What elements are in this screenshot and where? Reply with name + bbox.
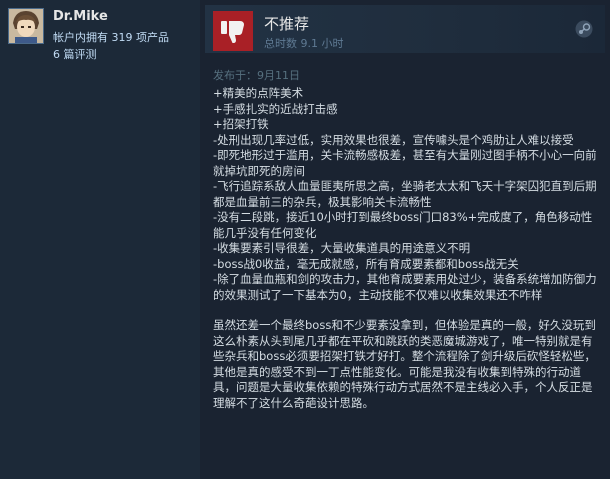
review-verdict: 不推荐	[264, 15, 310, 33]
products-owned-link[interactable]: 帐户内拥有 319 项产品	[53, 29, 169, 45]
thumbs-down-icon	[213, 11, 253, 51]
posted-date: 发布于：9月11日	[213, 69, 300, 82]
username-link[interactable]: Dr.Mike	[53, 9, 108, 24]
review-line: +手感扎实的近战打击感	[213, 101, 338, 116]
steam-icon[interactable]	[575, 20, 593, 38]
reviewer-panel	[0, 0, 200, 479]
avatar[interactable]	[8, 8, 44, 44]
review-line: -飞行追踪系敌人血量匪夷所思之高，坐骑老太太和飞天十字架囚犯直到后期都是血量前三…	[213, 179, 597, 209]
review-line: -处刑出现几率过低，实用效果也很差，宣传噱头是个鸡肋让人难以接受	[213, 132, 574, 147]
hours-played: 总时数 9.1 小时	[264, 37, 344, 50]
review-line: +精美的点阵美术	[213, 86, 304, 100]
review-header[interactable]: 不推荐 总时数 9.1 小时	[205, 5, 605, 53]
review-line: -即死地形过于滥用，关卡流畅感极差，甚至有大量刚过图手柄不小心一向前就掉坑即死的…	[213, 148, 597, 178]
review-summary: 虽然还差一个最终boss和不少要素没拿到，但体验是真的一般，好久没玩到这么朴素从…	[213, 318, 596, 410]
review-text: +精美的点阵美术 +手感扎实的近战打击感 +招架打铁 -处刑出现几率过低，实用效…	[213, 86, 598, 411]
review-line: -boss战0收益，毫无成就感，所有育成要素都和boss战无关	[213, 256, 519, 271]
review-line: -没有二段跳，接近10小时打到最终boss门口83%+完成度了，角色移动性能几乎…	[213, 210, 593, 240]
review-line: -收集要素引导很差，大量收集道具的用途意义不明	[213, 241, 471, 255]
reviews-count-link[interactable]: 6 篇评测	[53, 46, 97, 62]
review-line: -除了血量血瓶和剑的攻击力，其他育成要素用处过少，装备系统增加防御力的效果测试了…	[213, 272, 597, 302]
review-line: +招架打铁	[213, 117, 269, 131]
